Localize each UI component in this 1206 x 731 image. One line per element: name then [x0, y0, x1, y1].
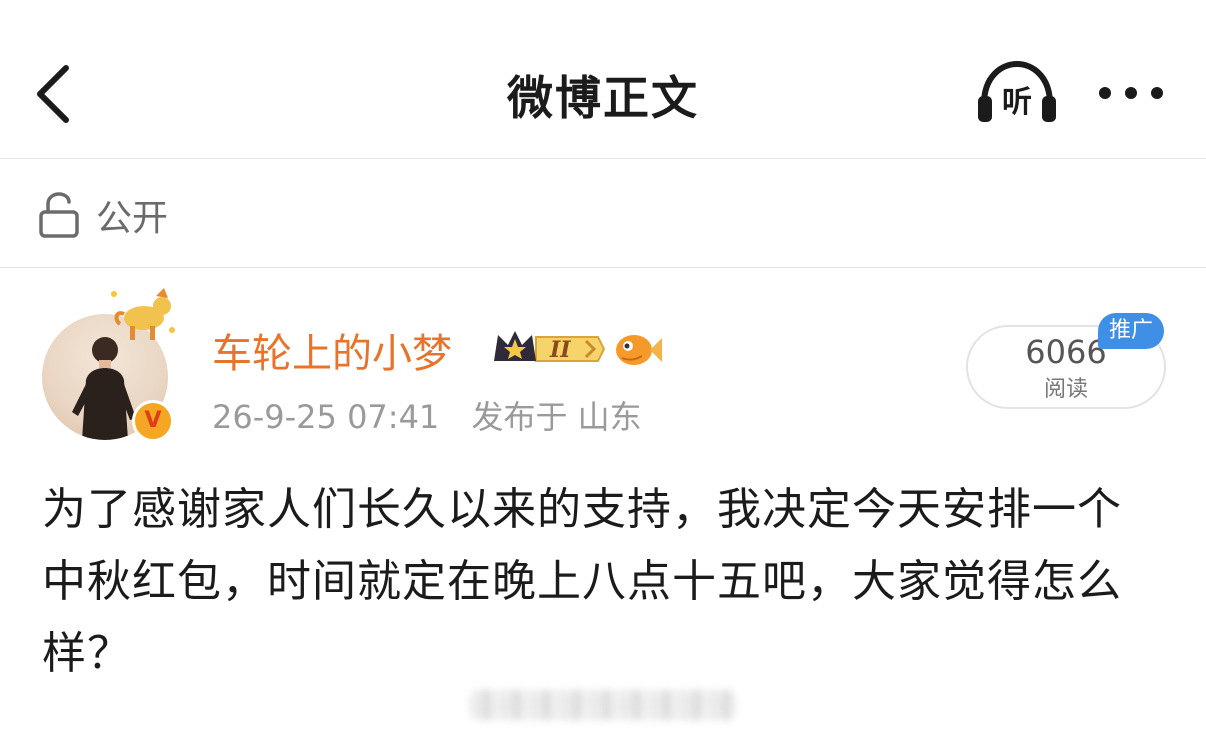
visibility-label: 公开 [96, 198, 169, 239]
nav-divider [0, 158, 1206, 159]
visibility-divider [0, 267, 1206, 268]
listen-label: 听 [1002, 85, 1032, 120]
crown-icon: II [494, 331, 606, 363]
author-name[interactable]: 车轮上的小梦 [212, 321, 452, 379]
more-dots-icon [1099, 87, 1163, 99]
blurred-preview [470, 690, 736, 720]
avatar-wrapper[interactable]: V [40, 284, 180, 444]
reads-label: 阅读 [1043, 377, 1088, 402]
horse-pendant-icon [111, 288, 175, 340]
promoted-badge[interactable]: 推广 [1098, 313, 1164, 349]
vip-badge[interactable]: II [490, 325, 606, 369]
post-meta: 26-9-25 07:41 发布于 山东 [212, 392, 642, 438]
top-nav-bar: 微博正文 听 [0, 0, 1206, 158]
more-button[interactable] [1096, 82, 1166, 104]
vip-level-text: II [549, 337, 571, 363]
post-timestamp: 26-9-25 07:41 [212, 398, 440, 436]
post-location: 发布于 山东 [471, 398, 642, 436]
visibility-row[interactable]: 公开 [38, 190, 168, 240]
weibo-post-page: 微博正文 听 公开 V 车轮上的小梦 II 26-9-25 07:41 发布于 … [0, 0, 1206, 731]
verified-badge: V [132, 400, 174, 442]
unlock-icon [39, 192, 79, 238]
fish-medal-icon [616, 335, 662, 365]
post-body-text: 为了感谢家人们长久以来的支持，我决定今天安排一个中秋红包，时间就定在晚上八点十五… [42, 484, 1122, 679]
